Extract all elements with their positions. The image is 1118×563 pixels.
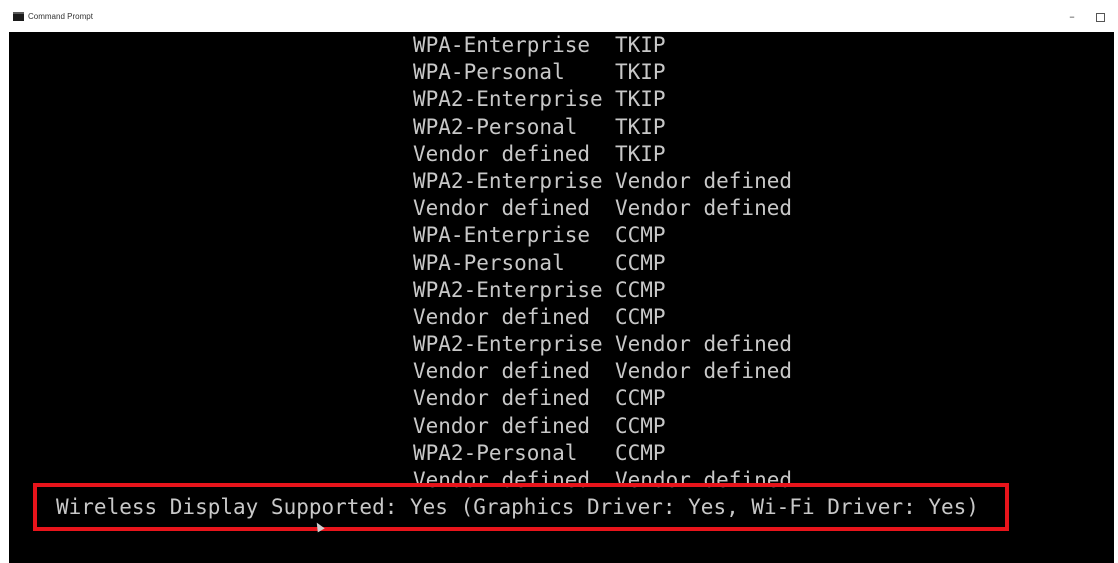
cipher-type: TKIP xyxy=(615,87,666,112)
auth-type: WPA2-Enterprise xyxy=(413,168,603,193)
cipher-type: Vendor defined xyxy=(615,332,793,357)
title-bar[interactable]: Command Prompt – xyxy=(0,0,1118,32)
auth-type: WPA2-Enterprise xyxy=(413,277,603,302)
cipher-type: TKIP xyxy=(615,60,666,85)
command-prompt-icon xyxy=(13,12,24,21)
console-line: WPA2-Personal TKIP xyxy=(413,114,792,141)
cipher-type: CCMP xyxy=(615,440,666,465)
console-line: Vendor defined Vendor defined xyxy=(413,467,792,494)
auth-type: Vendor defined xyxy=(413,468,591,492)
cipher-type: TKIP xyxy=(615,114,666,139)
auth-type: WPA2-Personal xyxy=(413,440,578,465)
auth-type: WPA-Personal xyxy=(413,250,565,275)
console-line: WPA2-Enterprise Vendor defined xyxy=(413,331,792,358)
console-line: Vendor defined CCMP xyxy=(413,304,792,331)
console-line: WPA-Personal CCMP xyxy=(413,250,792,277)
console-line: Vendor defined Vendor defined xyxy=(413,195,792,222)
auth-type: Vendor defined xyxy=(413,413,591,438)
auth-type: WPA-Enterprise xyxy=(413,33,591,57)
mouse-pointer-icon xyxy=(313,520,325,533)
console-line: WPA-Enterprise CCMP xyxy=(413,222,792,249)
auth-type: WPA2-Personal xyxy=(413,114,578,139)
auth-type: WPA2-Enterprise xyxy=(413,332,603,357)
cipher-list: WPA-Enterprise TKIP WPA-Personal TKIP WPA2-E… xyxy=(413,32,792,494)
console-line: Vendor defined CCMP xyxy=(413,385,792,412)
cipher-type: TKIP xyxy=(615,33,666,57)
auth-type: WPA-Enterprise xyxy=(413,223,591,248)
auth-type: Vendor defined xyxy=(413,141,591,166)
cipher-type: CCMP xyxy=(615,413,666,438)
auth-type: Vendor defined xyxy=(413,359,591,384)
minimize-icon: – xyxy=(1069,10,1075,23)
console-line: WPA-Enterprise TKIP xyxy=(413,32,792,59)
cipher-type: Vendor defined xyxy=(615,196,793,221)
console-line: Vendor defined CCMP xyxy=(413,413,792,440)
console-line: WPA2-Enterprise Vendor defined xyxy=(413,168,792,195)
window-title: Command Prompt xyxy=(28,12,93,21)
command-prompt-window: Command Prompt – WPA-Enterprise TKIP WPA-P… xyxy=(0,0,1118,563)
auth-type: Vendor defined xyxy=(413,196,591,221)
console-line: WPA2-Enterprise TKIP xyxy=(413,86,792,113)
auth-type: WPA2-Enterprise xyxy=(413,87,603,112)
cipher-type: Vendor defined xyxy=(615,168,793,193)
auth-type: WPA-Personal xyxy=(413,60,565,85)
console-line: WPA2-Enterprise CCMP xyxy=(413,277,792,304)
console-line: WPA-Personal TKIP xyxy=(413,59,792,86)
maximize-icon xyxy=(1095,12,1105,22)
cipher-type: Vendor defined xyxy=(615,468,793,492)
cipher-type: CCMP xyxy=(615,277,666,302)
minimize-button[interactable]: – xyxy=(1058,6,1086,28)
cipher-type: Vendor defined xyxy=(615,359,793,384)
console-line: Vendor defined Vendor defined xyxy=(413,358,792,385)
maximize-button[interactable] xyxy=(1086,6,1114,28)
auth-type: Vendor defined xyxy=(413,304,591,329)
auth-type: Vendor defined xyxy=(413,386,591,411)
cipher-type: CCMP xyxy=(615,223,666,248)
console-line: WPA2-Personal CCMP xyxy=(413,440,792,467)
cipher-type: TKIP xyxy=(615,141,666,166)
cipher-type: CCMP xyxy=(615,304,666,329)
cipher-type: CCMP xyxy=(615,386,666,411)
console-line: Vendor defined TKIP xyxy=(413,141,792,168)
wireless-display-status-line: Wireless Display Supported: Yes (Graphic… xyxy=(56,495,979,519)
cipher-type: CCMP xyxy=(615,250,666,275)
console-output[interactable]: WPA-Enterprise TKIP WPA-Personal TKIP WPA2-E… xyxy=(9,32,1114,563)
